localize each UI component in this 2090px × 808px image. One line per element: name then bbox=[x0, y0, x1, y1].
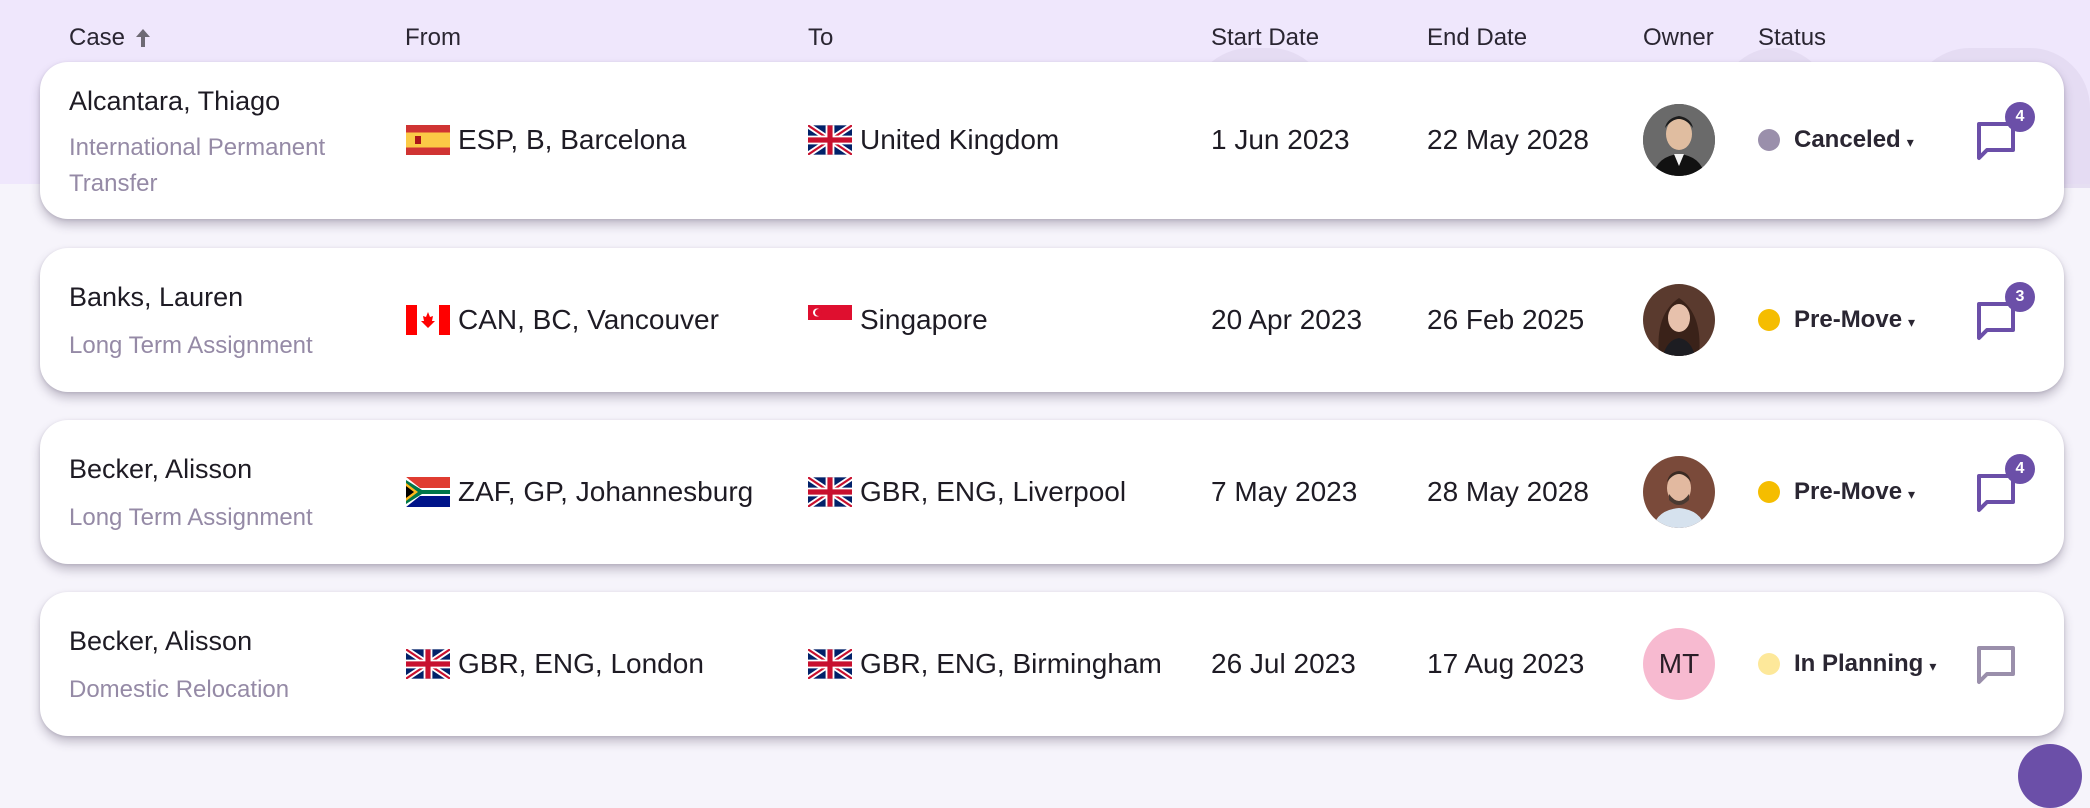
case-type: Long Term Assignment bbox=[69, 332, 313, 359]
comments-button[interactable]: 4 bbox=[1973, 454, 2035, 516]
caret-down-icon: ▾ bbox=[1906, 134, 1914, 150]
column-label: End Date bbox=[1427, 24, 1528, 51]
chat-bubble-icon bbox=[1977, 646, 2015, 684]
end-date: 28 May 2028 bbox=[1427, 476, 1589, 507]
person-photo-icon bbox=[1643, 104, 1715, 176]
column-label: From bbox=[405, 24, 461, 51]
to-location: GBR, ENG, Birmingham bbox=[808, 644, 1162, 684]
comment-count-badge: 4 bbox=[2005, 454, 2035, 484]
flag-uk-icon bbox=[808, 477, 852, 507]
flag-south-africa-icon bbox=[406, 477, 450, 507]
from-text: CAN, BC, Vancouver bbox=[458, 304, 719, 335]
case-name[interactable]: Alcantara, Thiago bbox=[69, 86, 280, 117]
column-header-end-date[interactable]: End Date bbox=[1427, 24, 1527, 52]
comments-button[interactable]: 4 bbox=[1973, 102, 2035, 164]
status-dropdown[interactable]: Pre-Move ▾ bbox=[1758, 472, 1915, 512]
comment-count-badge: 4 bbox=[2005, 102, 2035, 132]
flag-spain-icon bbox=[406, 125, 450, 155]
end-date: 26 Feb 2025 bbox=[1427, 304, 1585, 335]
column-header-case[interactable]: Case bbox=[69, 24, 153, 52]
table-row[interactable]: Alcantara, Thiago International Permanen… bbox=[40, 62, 2064, 219]
owner-avatar[interactable] bbox=[1643, 456, 1715, 528]
status-label: Canceled bbox=[1794, 126, 1901, 153]
case-name[interactable]: Becker, Alisson bbox=[69, 626, 252, 657]
from-text: ESP, B, Barcelona bbox=[458, 124, 687, 155]
start-date: 1 Jun 2023 bbox=[1211, 124, 1350, 155]
owner-avatar-initials[interactable]: MT bbox=[1643, 628, 1715, 700]
from-location: CAN, BC, Vancouver bbox=[406, 300, 719, 340]
table-row[interactable]: Becker, Alisson Long Term Assignment ZAF… bbox=[40, 420, 2064, 564]
to-text: Singapore bbox=[860, 304, 988, 335]
start-date: 26 Jul 2023 bbox=[1211, 648, 1356, 679]
status-dot bbox=[1758, 653, 1780, 675]
status-dropdown[interactable]: In Planning ▾ bbox=[1758, 644, 1936, 684]
owner-avatar[interactable] bbox=[1643, 284, 1715, 356]
column-header-owner[interactable]: Owner bbox=[1643, 24, 1714, 52]
end-date: 17 Aug 2023 bbox=[1427, 648, 1585, 679]
column-label: Start Date bbox=[1211, 24, 1320, 51]
comments-button[interactable] bbox=[1973, 640, 2021, 688]
from-text: ZAF, GP, Johannesburg bbox=[458, 476, 754, 507]
floating-action-button[interactable] bbox=[2018, 744, 2082, 808]
status-dropdown[interactable]: Canceled ▾ bbox=[1758, 120, 1914, 160]
arrow-up-icon[interactable] bbox=[133, 27, 153, 49]
comment-count-badge: 3 bbox=[2005, 282, 2035, 312]
caret-down-icon: ▾ bbox=[1929, 658, 1937, 674]
column-header-to[interactable]: To bbox=[808, 24, 833, 52]
status-dropdown[interactable]: Pre-Move ▾ bbox=[1758, 300, 1915, 340]
status-label: Pre-Move bbox=[1794, 306, 1903, 333]
to-location: GBR, ENG, Liverpool bbox=[808, 472, 1126, 512]
start-date: 20 Apr 2023 bbox=[1211, 304, 1363, 335]
column-header-start-date[interactable]: Start Date bbox=[1211, 24, 1319, 52]
from-location: ESP, B, Barcelona bbox=[406, 120, 686, 160]
from-location: GBR, ENG, London bbox=[406, 644, 704, 684]
from-text: GBR, ENG, London bbox=[458, 648, 704, 679]
status-dot bbox=[1758, 309, 1780, 331]
case-type: Long Term Assignment bbox=[69, 504, 313, 531]
table-header: Case From To Start Date End Date Owner S… bbox=[0, 0, 2090, 62]
status-label: In Planning bbox=[1794, 650, 1924, 677]
comments-button[interactable]: 3 bbox=[1973, 282, 2035, 344]
flag-uk-icon bbox=[406, 649, 450, 679]
owner-avatar[interactable] bbox=[1643, 104, 1715, 176]
column-label: Owner bbox=[1643, 24, 1714, 51]
case-name[interactable]: Becker, Alisson bbox=[69, 454, 252, 485]
to-text: GBR, ENG, Birmingham bbox=[860, 648, 1162, 679]
start-date: 7 May 2023 bbox=[1211, 476, 1358, 507]
column-header-from[interactable]: From bbox=[405, 24, 461, 52]
table-row[interactable]: Becker, Alisson Domestic Relocation GBR,… bbox=[40, 592, 2064, 736]
column-label: Case bbox=[69, 24, 126, 51]
to-text: GBR, ENG, Liverpool bbox=[860, 476, 1127, 507]
column-header-status[interactable]: Status bbox=[1758, 24, 1826, 52]
to-text: United Kingdom bbox=[860, 124, 1060, 155]
flag-canada-icon bbox=[406, 305, 450, 335]
caret-down-icon: ▾ bbox=[1908, 486, 1916, 502]
status-dot bbox=[1758, 129, 1780, 151]
end-date: 22 May 2028 bbox=[1427, 124, 1589, 155]
status-dot bbox=[1758, 481, 1780, 503]
flag-uk-icon bbox=[808, 649, 852, 679]
case-name[interactable]: Banks, Lauren bbox=[69, 282, 243, 313]
status-label: Pre-Move bbox=[1794, 478, 1903, 505]
person-photo-icon bbox=[1643, 284, 1715, 356]
case-type: Domestic Relocation bbox=[69, 676, 290, 703]
to-location: Singapore bbox=[808, 300, 988, 340]
flag-singapore-icon bbox=[808, 305, 852, 335]
case-type: International Permanent Transfer bbox=[69, 134, 326, 197]
column-label: To bbox=[808, 24, 834, 51]
flag-uk-icon bbox=[808, 125, 852, 155]
from-location: ZAF, GP, Johannesburg bbox=[406, 472, 753, 512]
column-label: Status bbox=[1758, 24, 1827, 51]
caret-down-icon: ▾ bbox=[1908, 314, 1916, 330]
to-location: United Kingdom bbox=[808, 120, 1059, 160]
person-photo-icon bbox=[1643, 456, 1715, 528]
table-row[interactable]: Banks, Lauren Long Term Assignment CAN, … bbox=[40, 248, 2064, 392]
